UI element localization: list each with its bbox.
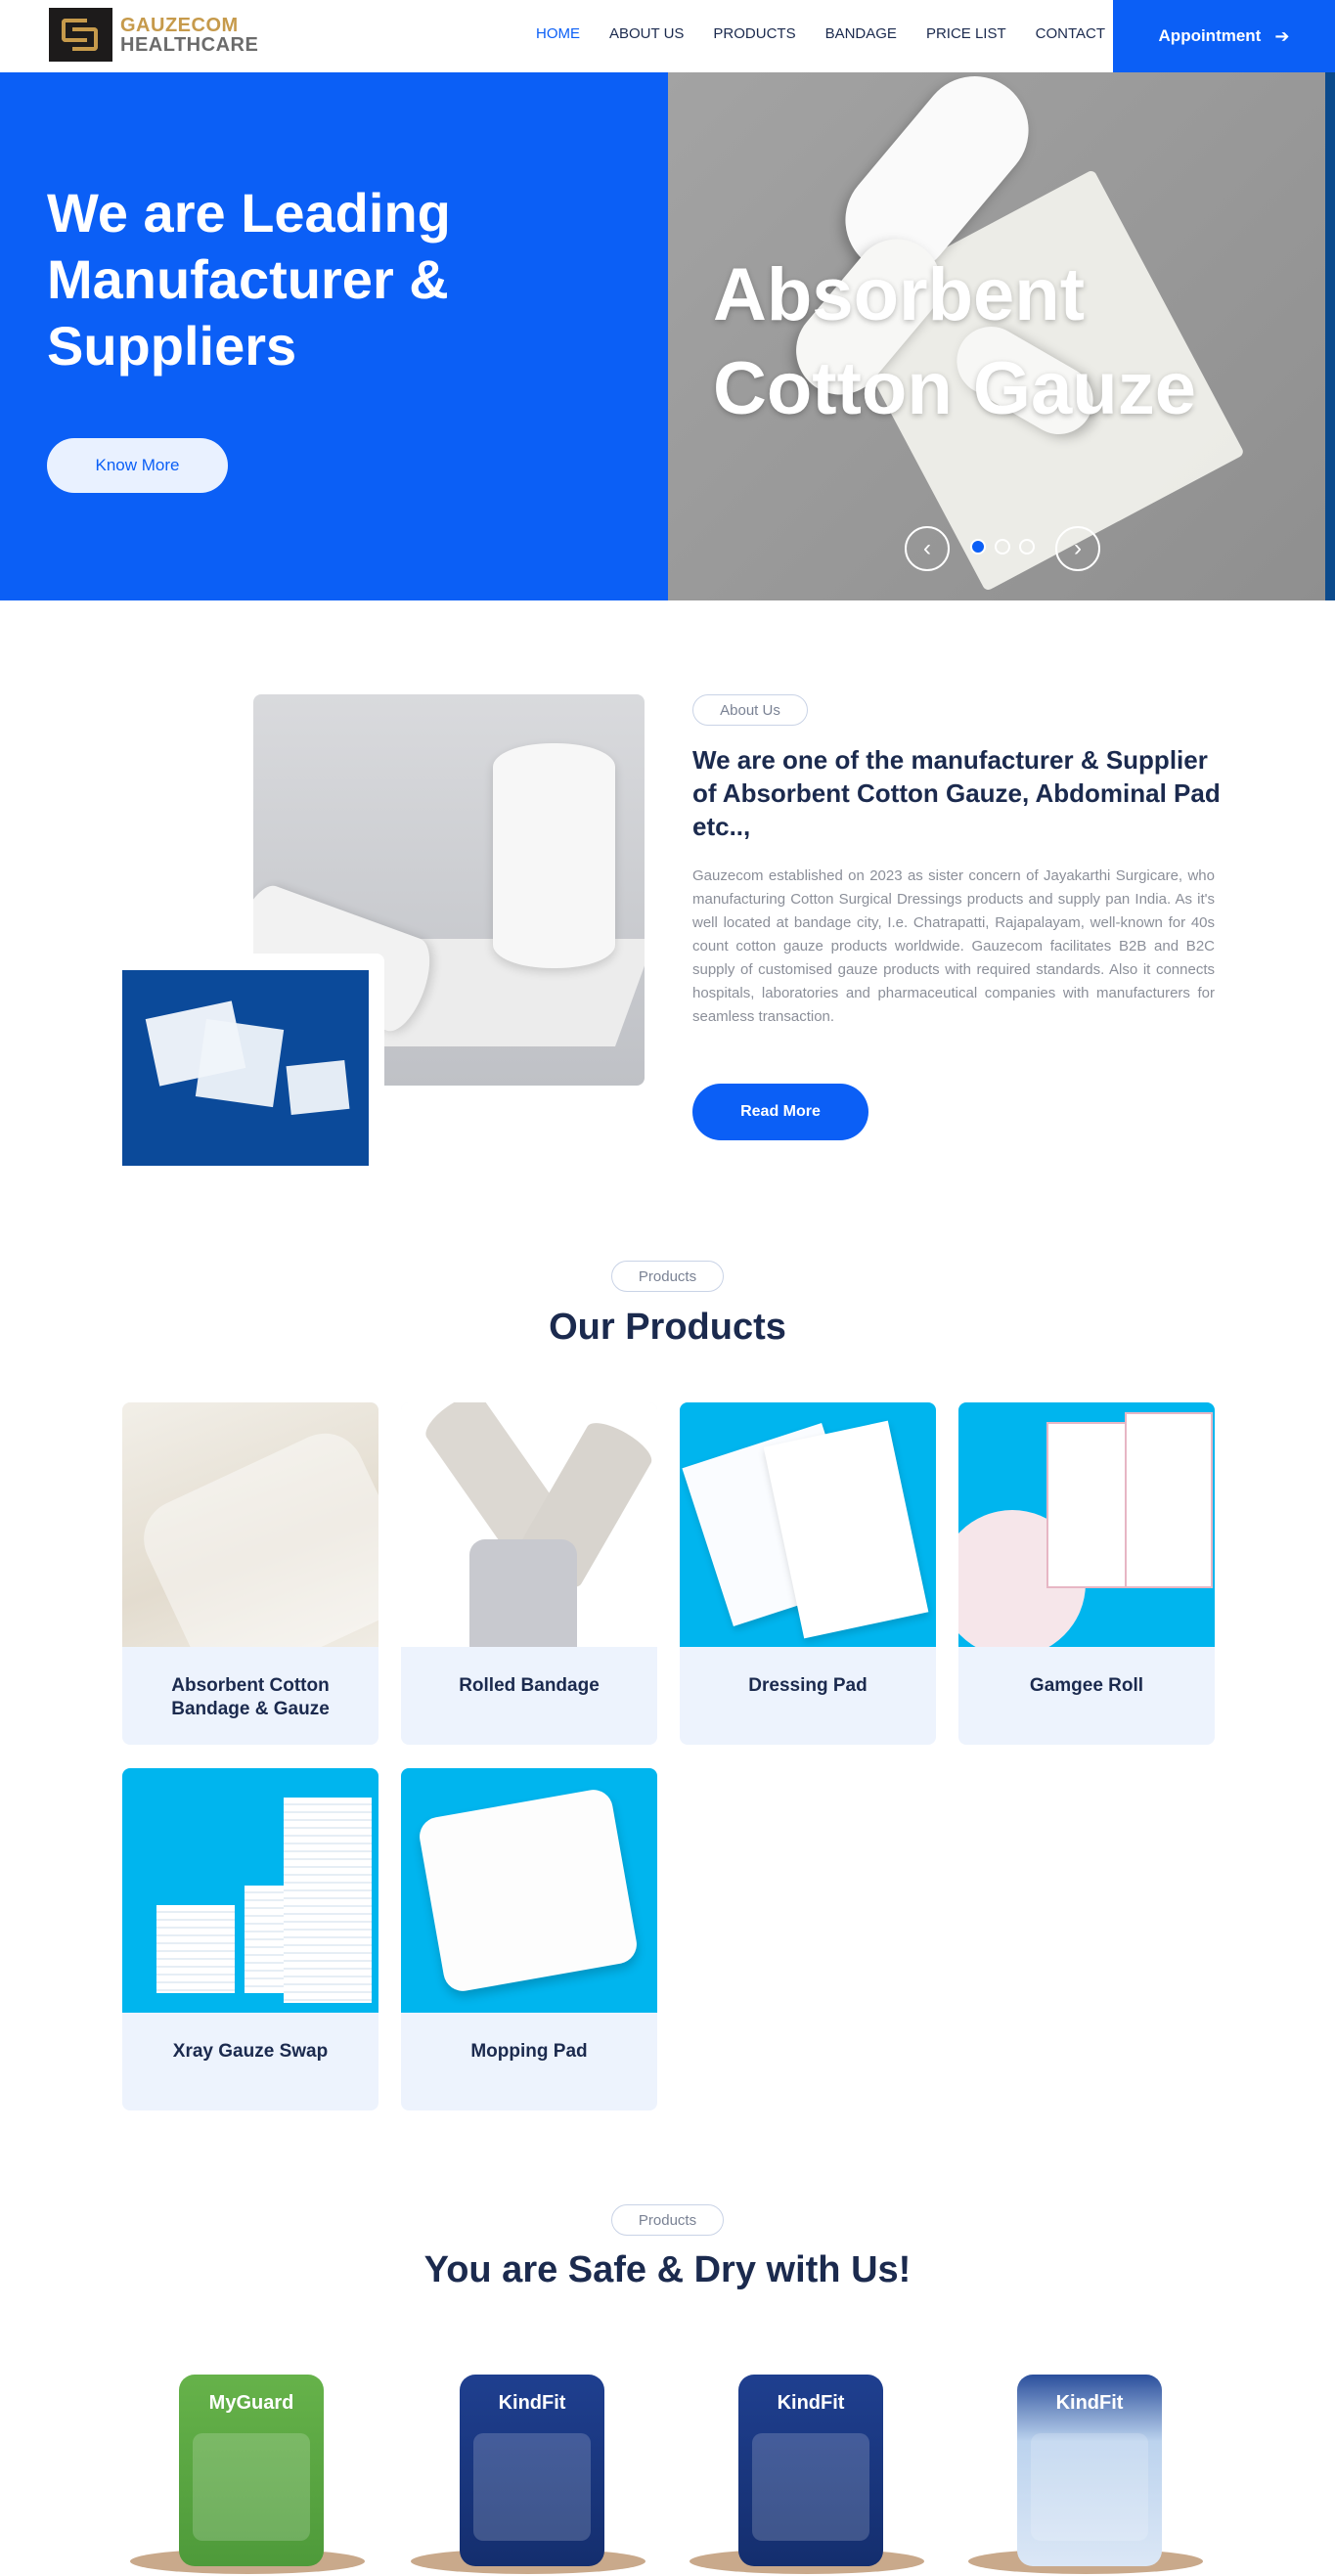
product-name: Absorbent Cotton Bandage & Gauze [171, 1675, 330, 1719]
about-description: Gauzecom established on 2023 as sister c… [692, 867, 1215, 1025]
appointment-label: Appointment [1158, 26, 1262, 45]
product-card-xray-gauze-swap[interactable]: Xray Gauze Swap [122, 1768, 378, 2110]
product-image [958, 1402, 1215, 1647]
product-name: Gamgee Roll [1029, 1675, 1144, 1696]
product-card-absorbent-cotton[interactable]: Absorbent Cotton Bandage & Gauze [122, 1402, 378, 1745]
hero-title: We are Leading Manufacturer & Suppliers [47, 182, 451, 377]
safe-products-pill: Products [611, 2204, 724, 2236]
logo-line-2: HEALTHCARE [120, 33, 259, 56]
safe-heading: You are Safe & Dry with Us! [423, 2249, 912, 2290]
product-card-gamgee-roll[interactable]: Gamgee Roll [958, 1402, 1215, 1745]
diaper-product-myguard[interactable]: MyGuard [130, 2367, 365, 2576]
products-pill: Products [611, 1261, 724, 1292]
diaper-product-kindfit-3[interactable]: KindFit [968, 2367, 1203, 2576]
appointment-button[interactable]: Appointment ➔ [1113, 0, 1335, 72]
diaper-pack-image: MyGuard [179, 2375, 324, 2566]
product-image [401, 1768, 657, 2013]
main-nav: HOME ABOUT US PRODUCTS BANDAGE PRICE LIS… [536, 25, 1135, 42]
pack-brand: MyGuard [208, 2392, 294, 2414]
hero-slider: Absorbent Cotton Gauze ‹ › [668, 72, 1335, 600]
slider-prev-button[interactable]: ‹ [905, 526, 950, 571]
product-name: Mopping Pad [470, 2041, 588, 2062]
about-us-pill: About Us [692, 694, 808, 726]
hero-banner: We are Leading Manufacturer & Suppliers … [0, 72, 668, 600]
diaper-pack-image: KindFit [460, 2375, 604, 2566]
product-name: Rolled Bandage [459, 1675, 600, 1696]
product-image [680, 1402, 936, 1647]
product-card-mopping-pad[interactable]: Mopping Pad [401, 1768, 657, 2110]
nav-home[interactable]: HOME [536, 25, 580, 42]
product-card-dressing-pad[interactable]: Dressing Pad [680, 1402, 936, 1745]
nav-about-us[interactable]: ABOUT US [609, 25, 684, 42]
know-more-button[interactable]: Know More [47, 438, 228, 493]
read-more-button[interactable]: Read More [692, 1084, 868, 1140]
pack-brand: KindFit [1055, 2392, 1124, 2414]
site-header: GAUZECOM HEALTHCARE HOME ABOUT US PRODUC… [0, 0, 1335, 72]
logo-line-1: GAUZECOM [120, 14, 239, 36]
slider-dot-3[interactable] [1019, 539, 1035, 555]
logo-icon [49, 8, 112, 62]
slider-dot-1[interactable] [970, 539, 986, 555]
nav-bandage[interactable]: BANDAGE [825, 25, 897, 42]
product-name: Dressing Pad [748, 1675, 868, 1696]
about-image-dressing-pads [111, 954, 384, 1174]
diaper-pack-image: KindFit [1017, 2375, 1162, 2566]
slider-next-button[interactable]: › [1055, 526, 1100, 571]
pack-brand: KindFit [777, 2392, 845, 2414]
slider-dot-2[interactable] [995, 539, 1010, 555]
nav-price-list[interactable]: PRICE LIST [926, 25, 1006, 42]
product-card-rolled-bandage[interactable]: Rolled Bandage [401, 1402, 657, 1745]
nav-products[interactable]: PRODUCTS [713, 25, 795, 42]
logo-wordmark: GAUZECOM HEALTHCARE [120, 16, 258, 55]
diaper-pack-image: KindFit [738, 2375, 883, 2566]
chevron-right-icon: › [1074, 535, 1082, 561]
product-name: Xray Gauze Swap [172, 2041, 329, 2062]
pack-brand: KindFit [498, 2392, 566, 2414]
brand-logo[interactable]: GAUZECOM HEALTHCARE [49, 8, 258, 62]
product-image [122, 1768, 378, 2013]
product-image [401, 1402, 657, 1647]
arrow-right-icon: ➔ [1274, 25, 1290, 46]
product-image [122, 1402, 378, 1647]
slide-title: Absorbent Cotton Gauze [713, 253, 1196, 430]
diaper-product-kindfit-1[interactable]: KindFit [411, 2367, 645, 2576]
chevron-left-icon: ‹ [923, 535, 931, 561]
diaper-product-kindfit-2[interactable]: KindFit [690, 2367, 924, 2576]
products-heading: Our Products [549, 1307, 786, 1348]
about-title: We are one of the manufacturer & Supplie… [692, 745, 1221, 841]
nav-contact[interactable]: CONTACT [1036, 25, 1105, 42]
